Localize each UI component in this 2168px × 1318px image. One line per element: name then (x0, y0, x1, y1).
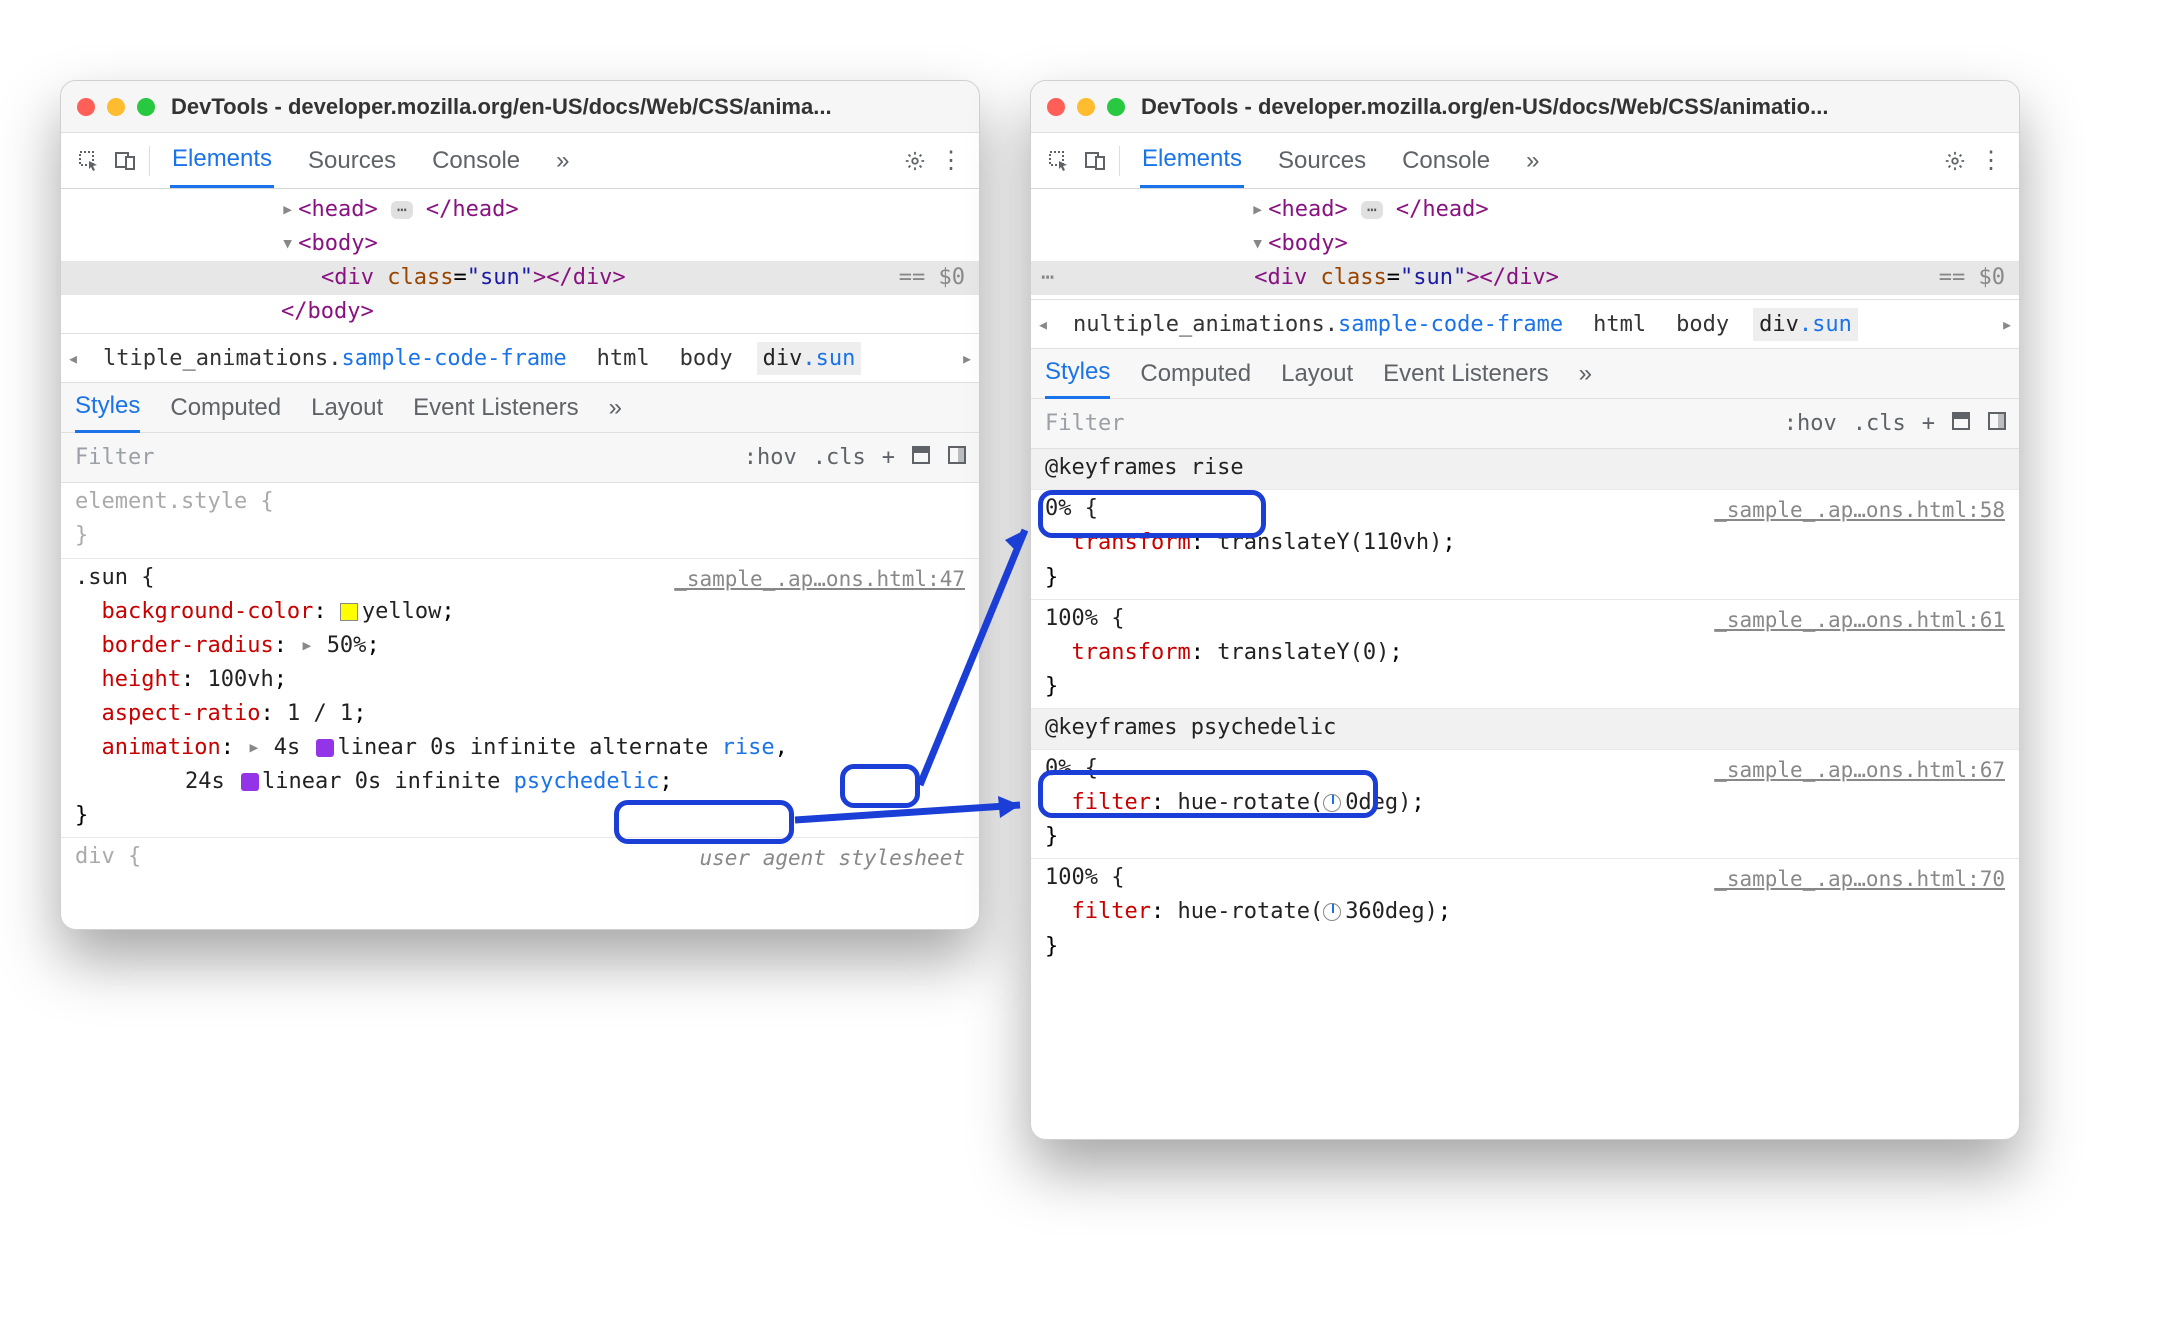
titlebar[interactable]: DevTools - developer.mozilla.org/en-US/d… (1031, 81, 2019, 133)
tabs-overflow[interactable]: » (554, 135, 571, 187)
source-link[interactable]: _sample_.ap…ons.html:67 (1714, 754, 2005, 787)
inspect-icon[interactable] (71, 143, 107, 179)
hov-toggle[interactable]: :hov (1784, 411, 1837, 436)
ellipsis-icon: ⋯ (391, 201, 413, 219)
device-toolbar-icon[interactable] (1077, 143, 1113, 179)
styles-pane[interactable]: @keyframes rise _sample_.ap…ons.html:58 … (1031, 449, 2019, 1140)
subtab-event-listeners[interactable]: Event Listeners (1383, 350, 1548, 398)
traffic-lights[interactable] (77, 98, 155, 116)
rule-sun: _sample_.ap…ons.html:47 .sun { backgroun… (61, 558, 979, 838)
traffic-lights[interactable] (1047, 98, 1125, 116)
chevron-right-icon[interactable]: ▸ (961, 346, 973, 370)
subtab-computed[interactable]: Computed (170, 384, 281, 432)
devtools-window-left: DevTools - developer.mozilla.org/en-US/d… (60, 80, 980, 930)
keyframes-header-psychedelic[interactable]: @keyframes psychedelic (1045, 715, 1336, 740)
close-icon[interactable] (77, 98, 95, 116)
filter-input[interactable]: Filter (1031, 411, 1772, 436)
selected-dom-node[interactable]: ⋯ <div class="sun"></div> == $0 (1031, 261, 2019, 295)
color-swatch-icon[interactable] (340, 603, 358, 621)
devtools-toolbar: Elements Sources Console » ⋮ (1031, 133, 2019, 189)
tab-sources[interactable]: Sources (306, 135, 398, 187)
new-rule-button[interactable]: + (882, 445, 895, 470)
chevron-right-icon[interactable]: ▸ (2001, 312, 2013, 336)
cls-toggle[interactable]: .cls (813, 445, 866, 470)
minimize-icon[interactable] (107, 98, 125, 116)
subtab-computed[interactable]: Computed (1140, 350, 1251, 398)
subtab-event-listeners[interactable]: Event Listeners (413, 384, 578, 432)
chevron-left-icon[interactable]: ◂ (1037, 312, 1049, 336)
subtab-layout[interactable]: Layout (1281, 350, 1353, 398)
sidebar-toggle-icon[interactable] (1987, 411, 2007, 437)
zoom-icon[interactable] (1107, 98, 1125, 116)
device-toolbar-icon[interactable] (107, 143, 143, 179)
styles-filter-bar: Filter :hov .cls + (1031, 399, 2019, 449)
devtools-toolbar: Elements Sources Console » ⋮ (61, 133, 979, 189)
window-title: DevTools - developer.mozilla.org/en-US/d… (171, 94, 963, 120)
gear-icon[interactable] (897, 143, 933, 179)
keyframes-link-psychedelic[interactable]: psychedelic (514, 769, 660, 794)
computed-toggle-icon[interactable] (1951, 411, 1971, 437)
subtab-styles[interactable]: Styles (1045, 348, 1110, 399)
subtab-styles[interactable]: Styles (75, 382, 140, 433)
kebab-icon[interactable]: ⋮ (1973, 143, 2009, 179)
ellipsis-icon: ⋯ (1361, 201, 1383, 219)
window-title: DevTools - developer.mozilla.org/en-US/d… (1141, 94, 2003, 120)
close-icon[interactable] (1047, 98, 1065, 116)
dom-tree[interactable]: <head> ⋯ </head> <body> <div class="sun"… (61, 189, 979, 333)
hov-toggle[interactable]: :hov (744, 445, 797, 470)
source-link[interactable]: _sample_.ap…ons.html:70 (1714, 863, 2005, 896)
source-link[interactable]: _sample_.ap…ons.html:61 (1714, 604, 2005, 637)
inspect-icon[interactable] (1041, 143, 1077, 179)
source-link[interactable]: _sample_.ap…ons.html:58 (1714, 494, 2005, 527)
styles-subtabs: Styles Computed Layout Event Listeners » (61, 383, 979, 433)
angle-icon[interactable] (1323, 794, 1341, 812)
subtabs-overflow[interactable]: » (1579, 350, 1592, 398)
dom-tree[interactable]: <head> ⋯ </head> <body> ⋯ <div class="su… (1031, 189, 2019, 299)
styles-pane[interactable]: element.style { } _sample_.ap…ons.html:4… (61, 483, 979, 930)
breadcrumb[interactable]: ◂ ltiple_animations.sample-code-frame ht… (61, 333, 979, 383)
tabs-overflow[interactable]: » (1524, 135, 1541, 187)
tab-console[interactable]: Console (430, 135, 522, 187)
subtab-layout[interactable]: Layout (311, 384, 383, 432)
cls-toggle[interactable]: .cls (1853, 411, 1906, 436)
gear-icon[interactable] (1937, 143, 1973, 179)
easing-icon[interactable] (241, 773, 259, 791)
sidebar-toggle-icon[interactable] (947, 445, 967, 471)
tab-sources[interactable]: Sources (1276, 135, 1368, 187)
chevron-left-icon[interactable]: ◂ (67, 346, 79, 370)
titlebar[interactable]: DevTools - developer.mozilla.org/en-US/d… (61, 81, 979, 133)
tab-elements[interactable]: Elements (1140, 133, 1244, 188)
easing-icon[interactable] (316, 739, 334, 757)
angle-icon[interactable] (1323, 903, 1341, 921)
keyframes-header-rise[interactable]: @keyframes rise (1045, 455, 1244, 480)
breadcrumb[interactable]: ◂ nultiple_animations.sample-code-frame … (1031, 299, 2019, 349)
computed-toggle-icon[interactable] (911, 445, 931, 471)
ellipsis-icon: ⋯ (1031, 261, 1054, 295)
new-rule-button[interactable]: + (1922, 411, 1935, 436)
tab-console[interactable]: Console (1400, 135, 1492, 187)
styles-filter-bar: Filter :hov .cls + (61, 433, 979, 483)
tab-elements[interactable]: Elements (170, 133, 274, 188)
styles-subtabs: Styles Computed Layout Event Listeners » (1031, 349, 2019, 399)
kebab-icon[interactable]: ⋮ (933, 143, 969, 179)
keyframes-link-rise[interactable]: rise (722, 735, 775, 760)
selected-dom-node[interactable]: <div class="sun"></div> == $0 (61, 261, 979, 295)
zoom-icon[interactable] (137, 98, 155, 116)
devtools-window-right: DevTools - developer.mozilla.org/en-US/d… (1030, 80, 2020, 1140)
subtabs-overflow[interactable]: » (609, 384, 622, 432)
minimize-icon[interactable] (1077, 98, 1095, 116)
source-link[interactable]: _sample_.ap…ons.html:47 (674, 563, 965, 596)
filter-input[interactable]: Filter (61, 445, 732, 470)
